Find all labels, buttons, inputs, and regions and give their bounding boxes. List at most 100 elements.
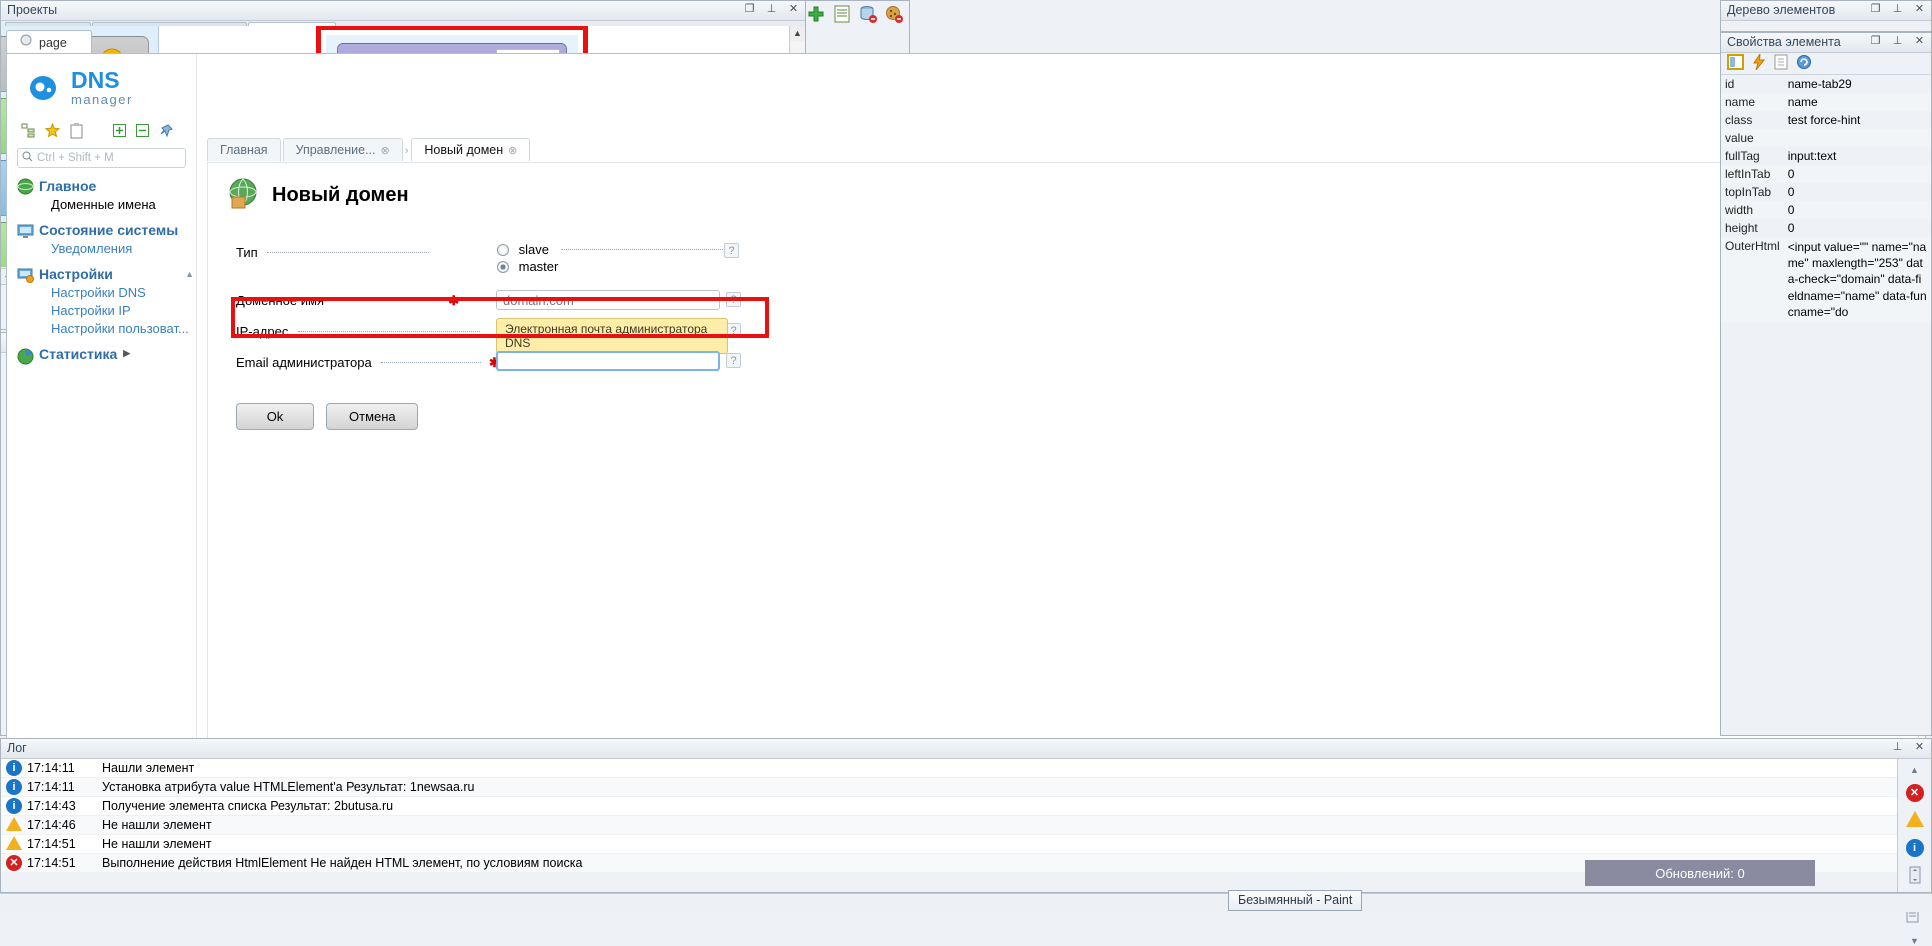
refresh-icon[interactable] <box>1796 54 1812 73</box>
log-row[interactable]: i 17:14:11 Нашли элемент <box>1 759 1897 778</box>
scroll-up-icon[interactable]: ▲ <box>1910 765 1919 775</box>
domain-input[interactable] <box>496 290 720 310</box>
prop-row-topintab[interactable]: topInTab 0 <box>1721 183 1931 201</box>
warning-icon <box>1 835 27 853</box>
taskbar-button-paint[interactable]: Безымянный - Paint <box>1228 890 1363 911</box>
domain-globe-icon <box>226 177 260 214</box>
dns-menu-nastroyki-dns[interactable]: Настройки DNS <box>51 285 196 300</box>
expand-all-icon[interactable] <box>113 124 126 140</box>
help-icon-email[interactable]: ? <box>726 353 741 368</box>
tab-novyi-domen[interactable]: Новый домен ⊗ <box>411 138 531 161</box>
prop-row-height[interactable]: height 0 <box>1721 219 1931 237</box>
log-row[interactable]: 17:14:51 Не нашли элемент <box>1 835 1897 854</box>
error-filter-icon[interactable]: ✕ <box>1905 784 1924 802</box>
clipboard-icon[interactable] <box>70 122 83 142</box>
collapse-all-icon[interactable] <box>136 124 149 140</box>
close-icon[interactable]: ✕ <box>1913 35 1926 48</box>
source-icon[interactable] <box>833 5 851 26</box>
dns-menu-sostoyanie[interactable]: Состояние системы <box>39 222 196 238</box>
clear-cache-icon[interactable] <box>859 5 877 26</box>
form-row-email: Email администратора ✱ <box>236 355 500 371</box>
pin-icon[interactable]: ⊥ <box>1891 741 1904 754</box>
email-input[interactable] <box>496 351 720 371</box>
browser-tab-label: page <box>39 35 67 50</box>
prop-key: fullTag <box>1725 149 1760 163</box>
prop-row-fulltag[interactable]: fullTag input:text <box>1721 147 1931 165</box>
star-icon[interactable] <box>44 123 61 141</box>
close-icon[interactable]: ✕ <box>1913 3 1926 16</box>
updates-badge: Обновлений: 0 <box>1585 860 1815 886</box>
prop-row-id[interactable]: id name-tab29 <box>1721 75 1931 93</box>
info-filter-icon[interactable]: i <box>1905 839 1924 857</box>
prop-key: leftInTab <box>1725 167 1771 181</box>
prop-row-name[interactable]: name name <box>1721 93 1931 111</box>
browser-panel: page DNS manager Ctrl + Shift + M Главно… <box>0 0 1931 911</box>
browser-tab-page[interactable]: page <box>6 30 92 54</box>
prop-key: value <box>1725 131 1754 145</box>
radio-master[interactable]: master <box>497 259 558 274</box>
help-icon-type[interactable]: ? <box>724 243 739 258</box>
dns-menu-uvedomleniya[interactable]: Уведомления <box>51 241 196 256</box>
dns-menu-domennye-imena[interactable]: Доменные имена <box>51 197 196 212</box>
pin-icon[interactable]: ⊥ <box>1891 3 1904 16</box>
log-text: Нашли элемент <box>102 761 195 775</box>
prop-row-leftintab[interactable]: leftInTab 0 <box>1721 165 1931 183</box>
dns-menu-glavnoe[interactable]: Главное <box>39 178 196 194</box>
restore-icon[interactable]: ❐ <box>1869 35 1882 48</box>
dns-menu-nastroyki-user[interactable]: Настройки пользоват... <box>51 321 196 336</box>
scroll-up-icon[interactable]: ▲ <box>790 26 805 41</box>
tab-close-icon[interactable]: ⊗ <box>508 144 517 157</box>
events-icon[interactable] <box>1752 53 1766 73</box>
log-text: Выполнение действия HtmlElement Не найде… <box>102 856 583 870</box>
log-settings-icon[interactable] <box>1907 866 1923 887</box>
rendered-page[interactable]: DNS manager Ctrl + Shift + M Главное Дом… <box>6 53 1926 777</box>
tree-icon[interactable] <box>21 123 35 142</box>
prop-row-outerhtml[interactable]: OuterHtml <input value="" name="name" max… <box>1721 237 1931 322</box>
minimize-icon[interactable]: ❐ <box>743 3 756 16</box>
pin-icon[interactable]: ⊥ <box>1891 35 1904 48</box>
close-icon[interactable]: ✕ <box>787 3 800 16</box>
pin-icon[interactable] <box>159 124 173 141</box>
monitor-icon <box>17 224 34 242</box>
log-time: 17:14:11 <box>27 780 75 794</box>
dns-menu-nastroyki-ip[interactable]: Настройки IP <box>51 303 196 318</box>
dns-menu-nastroyki[interactable]: Настройки <box>39 266 196 282</box>
minimize-icon[interactable]: ❐ <box>1869 3 1882 16</box>
log-filter-bar: ▲ ✕ i ▼ <box>1897 759 1931 946</box>
sidebar-scroll-up-icon[interactable]: ▲ <box>185 269 194 279</box>
prop-value: 0 <box>1787 185 1795 199</box>
dns-menu-statistika[interactable]: Статистика ▶ <box>39 346 196 362</box>
log-row[interactable]: 17:14:46 Не нашли элемент <box>1 816 1897 835</box>
scroll-down-icon[interactable]: ▼ <box>1910 936 1919 946</box>
prop-row-value[interactable]: value <box>1721 129 1931 147</box>
ok-button[interactable]: Ok <box>236 403 314 430</box>
pin-icon[interactable]: ⊥ <box>765 3 778 16</box>
log-window-buttons: ⊥ ✕ <box>1891 741 1926 754</box>
tab-upravlenie[interactable]: Управление... ⊗ <box>282 138 403 161</box>
prop-row-class[interactable]: class test force-hint <box>1721 111 1931 129</box>
log-row[interactable]: i 17:14:43 Получение элемента списка Рез… <box>1 797 1897 816</box>
prop-value: test force-hint <box>1787 113 1861 127</box>
search-icon <box>22 150 33 165</box>
add-icon[interactable] <box>807 5 825 26</box>
warning-filter-icon[interactable] <box>1905 811 1924 830</box>
element-tree-panel: Дерево элементов ❐ ⊥ ✕ <box>1720 0 1932 32</box>
log-list[interactable]: i 17:14:11 Нашли элемент i 17:14:11 Уста… <box>1 759 1897 873</box>
radio-slave-dot[interactable] <box>497 244 509 256</box>
radio-slave-label: slave <box>518 242 549 257</box>
help-icon-ip[interactable]: ? <box>726 323 741 338</box>
dns-search-box[interactable]: Ctrl + Shift + M <box>17 147 186 168</box>
tab-glavnaya[interactable]: Главная <box>207 138 281 161</box>
tab-close-icon[interactable]: ⊗ <box>381 144 390 157</box>
radio-master-dot[interactable] <box>497 261 509 273</box>
props-icon[interactable] <box>1727 54 1744 73</box>
prop-row-width[interactable]: width 0 <box>1721 201 1931 219</box>
cancel-button[interactable]: Отмена <box>326 403 418 430</box>
help-icon-domain[interactable]: ? <box>726 292 741 307</box>
radio-slave[interactable]: slave <box>497 242 733 257</box>
doc-icon[interactable] <box>1774 54 1788 73</box>
clear-cookies-icon[interactable] <box>885 5 903 26</box>
dns-sidebar-tools <box>21 122 196 142</box>
log-row[interactable]: i 17:14:11 Установка атрибута value HTML… <box>1 778 1897 797</box>
close-icon[interactable]: ✕ <box>1913 741 1926 754</box>
